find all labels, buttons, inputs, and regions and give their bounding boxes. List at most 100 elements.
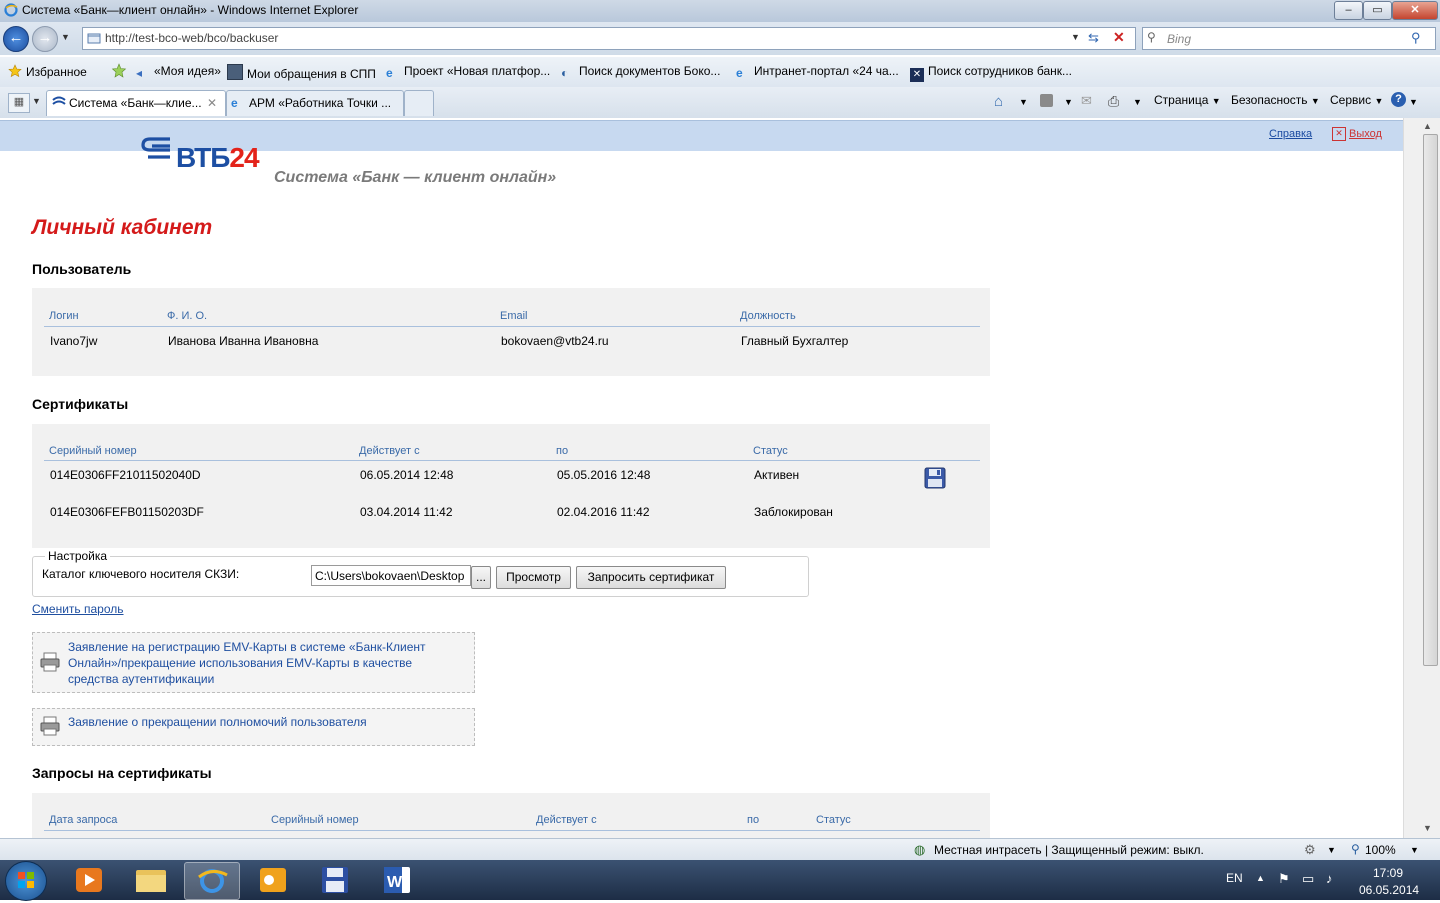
back-button[interactable]: ← — [3, 26, 29, 52]
start-button[interactable] — [5, 861, 47, 901]
address-bar[interactable]: http://test-bco-web/bco/backuser ▼ ⇆ ✕ — [82, 27, 1136, 50]
quick-tabs-icon[interactable]: ▦ — [8, 93, 30, 113]
history-dropdown-icon[interactable]: ▼ — [61, 32, 70, 42]
language-indicator[interactable]: EN — [1226, 871, 1243, 885]
maximize-button[interactable]: ▭ — [1363, 1, 1392, 20]
favorites-button[interactable]: Избранное — [8, 64, 87, 79]
zoom-level[interactable]: 100% — [1365, 843, 1396, 857]
requests-section-title: Запросы на сертификаты — [32, 765, 212, 781]
document-link[interactable]: Заявление на регистрацию EMV-Карты в сис… — [68, 639, 463, 687]
scrollbar-thumb[interactable] — [1423, 134, 1438, 666]
favorite-link-3[interactable]: e Проект «Новая платфор... — [386, 64, 550, 80]
protected-mode-icon[interactable]: ⚙ — [1304, 842, 1316, 858]
search-icon[interactable]: ⚲ — [1411, 30, 1421, 46]
status-bar — [0, 838, 1440, 861]
logout-icon[interactable]: ✕ — [1332, 127, 1346, 141]
media-player-icon[interactable] — [62, 862, 116, 898]
table-row[interactable]: 014E0306FEFB01150203DF 03.04.2014 11:42 … — [32, 502, 990, 532]
user-email: bokovaen@vtb24.ru — [501, 334, 609, 348]
rss-icon[interactable] — [1040, 94, 1053, 107]
action-center-flag-icon[interactable]: ⚑ — [1278, 871, 1290, 887]
app-icon — [227, 64, 243, 80]
printer-icon[interactable] — [39, 651, 61, 673]
document-link[interactable]: Заявление о прекращении полномочий польз… — [68, 715, 367, 729]
favorite-link-4[interactable]: ◐ Поиск документов Боко... — [561, 64, 720, 80]
clock-time[interactable]: 17:09 — [1373, 866, 1403, 880]
favorite-link-2[interactable]: Мои обращения в СПП — [227, 64, 376, 81]
stop-icon[interactable]: ✕ — [1113, 29, 1125, 46]
logout-link[interactable]: Выход — [1349, 128, 1382, 140]
request-cert-button[interactable]: Запросить сертификат — [576, 566, 726, 589]
explorer-icon[interactable] — [124, 862, 178, 898]
favorite-link-5[interactable]: e Интранет-портал «24 ча... — [736, 64, 899, 80]
column-header: Должность — [740, 310, 796, 322]
new-tab-button[interactable] — [404, 90, 434, 116]
search-placeholder[interactable]: Bing — [1167, 32, 1191, 46]
zoom-dropdown-icon[interactable]: ▼ — [1410, 845, 1419, 855]
word-icon[interactable]: W — [370, 862, 424, 898]
help-icon[interactable]: ? — [1391, 92, 1406, 107]
add-favorite-icon[interactable] — [111, 63, 127, 79]
save-floppy-icon[interactable] — [924, 467, 946, 489]
column-header: Ф. И. О. — [167, 310, 208, 322]
printer-icon[interactable] — [39, 715, 61, 737]
page-menu[interactable]: Страница ▼ — [1154, 93, 1221, 107]
service-menu[interactable]: Сервис ▼ — [1330, 93, 1383, 107]
home-icon[interactable]: ⌂ — [994, 93, 1003, 110]
save-app-icon[interactable] — [308, 862, 362, 898]
compatibility-icon[interactable]: ⇆ — [1088, 30, 1099, 46]
svg-text:W: W — [387, 874, 403, 891]
document-item[interactable]: Заявление о прекращении полномочий польз… — [32, 708, 475, 746]
vtb-logo: ВТБ24 — [176, 142, 260, 173]
system-name: Система «Банк — клиент онлайн» — [274, 169, 557, 186]
show-hidden-icons[interactable]: ▲ — [1256, 873, 1265, 883]
browse-button[interactable]: ... — [471, 566, 491, 589]
catalog-path-input[interactable] — [311, 565, 471, 586]
document-item[interactable]: Заявление на регистрацию EMV-Карты в сис… — [32, 632, 475, 693]
ie-page-icon: e — [736, 66, 743, 80]
favorite-link-6[interactable]: ✕ Поиск сотрудников банк... — [910, 64, 1072, 82]
address-url[interactable]: http://test-bco-web/bco/backuser — [105, 31, 278, 45]
network-icon[interactable]: ▭ — [1302, 871, 1314, 887]
catalog-label: Каталог ключевого носителя СКЗИ: — [42, 567, 240, 581]
people-search-icon: ✕ — [910, 68, 924, 82]
address-dropdown-icon[interactable]: ▼ — [1071, 32, 1080, 42]
help-link[interactable]: Справка — [1269, 128, 1312, 140]
tab-label: АРМ «Работника Точки ... — [249, 96, 392, 110]
scroll-down-icon[interactable]: ▼ — [1423, 823, 1432, 833]
view-button[interactable]: Просмотр — [496, 566, 571, 589]
close-tab-icon[interactable]: ✕ — [207, 91, 217, 115]
close-window-button[interactable]: ✕ — [1392, 1, 1438, 20]
search-box[interactable]: ⚲ Bing ⚲ — [1142, 27, 1436, 50]
column-header: Дата запроса — [49, 814, 118, 826]
column-header: Статус — [753, 445, 788, 457]
tab-bank-client[interactable]: Система «Банк—клие... ✕ — [46, 90, 226, 116]
volume-icon[interactable]: ♪ — [1326, 871, 1333, 886]
home-dropdown-icon[interactable]: ▼ — [1019, 97, 1028, 107]
ie-taskbar-icon[interactable] — [184, 862, 240, 900]
clock-date[interactable]: 06.05.2014 — [1359, 883, 1419, 897]
print-icon[interactable]: ⎙ — [1108, 93, 1119, 110]
outlook-icon[interactable] — [246, 862, 300, 898]
security-menu[interactable]: Безопасность ▼ — [1231, 93, 1320, 107]
arrow-link-icon: ◂ — [136, 66, 143, 80]
rss-dropdown-icon[interactable]: ▼ — [1064, 97, 1073, 107]
protected-dropdown-icon[interactable]: ▼ — [1327, 845, 1336, 855]
requests-panel: Дата запроса Серийный номер Действует с … — [32, 793, 990, 838]
scroll-up-icon[interactable]: ▲ — [1423, 121, 1432, 131]
mail-icon[interactable]: ✉ — [1081, 93, 1092, 109]
cert-panel: Серийный номер Действует с по Статус 014… — [32, 424, 990, 548]
print-dropdown-icon[interactable]: ▼ — [1133, 97, 1142, 107]
tab-arm[interactable]: e АРМ «Работника Точки ... — [226, 90, 404, 116]
tab-list-dropdown-icon[interactable]: ▼ — [32, 96, 41, 106]
zoom-icon[interactable]: ⚲ — [1351, 842, 1360, 856]
change-password-link[interactable]: Сменить пароль — [32, 602, 124, 616]
window-titlebar: Система «Банк—клиент онлайн» - Windows I… — [0, 0, 1440, 23]
table-row[interactable]: 014E0306FF21011502040D 06.05.2014 12:48 … — [32, 464, 990, 494]
help-dropdown-icon[interactable]: ▼ — [1409, 97, 1418, 107]
forward-button[interactable]: → — [32, 26, 58, 52]
column-header: Логин — [49, 310, 79, 322]
minimize-button[interactable]: – — [1334, 1, 1363, 20]
cert-status: Заблокирован — [754, 505, 833, 519]
favorite-link-1[interactable]: ◂ «Моя идея» — [136, 64, 221, 80]
